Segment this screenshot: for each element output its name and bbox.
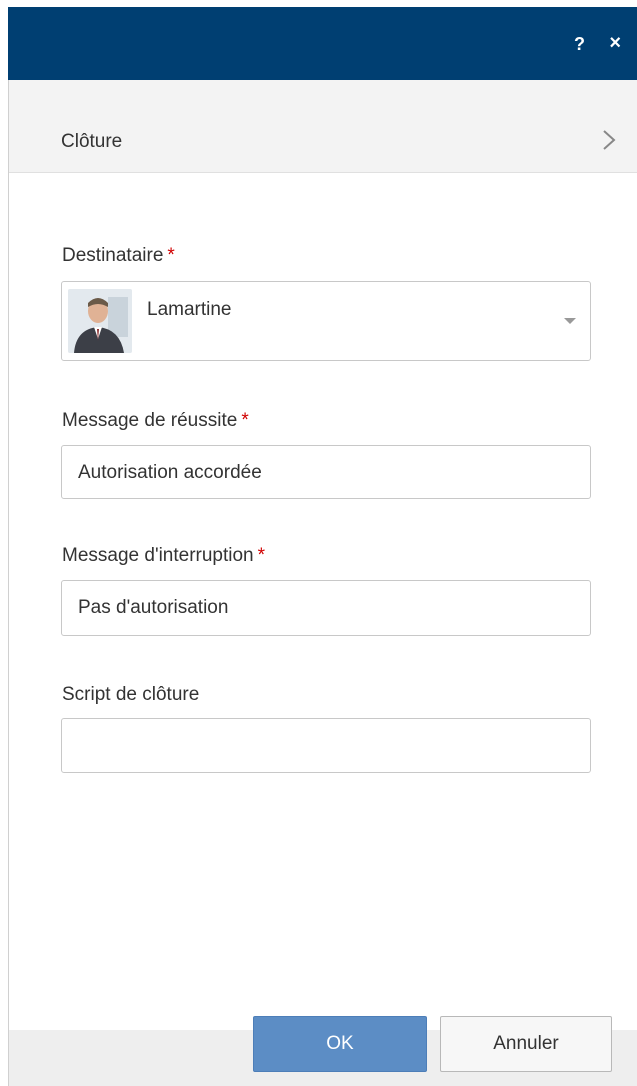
destinataire-label-text: Destinataire: [62, 245, 164, 266]
help-button[interactable]: ?: [574, 34, 585, 54]
ok-button[interactable]: OK: [253, 1016, 427, 1072]
success-message-value: Autorisation accordée: [78, 462, 262, 483]
left-divider: [8, 80, 9, 1086]
chevron-right-icon[interactable]: [599, 128, 619, 152]
success-message-label-text: Message de réussite: [62, 410, 238, 431]
success-message-label: Message de réussite *: [62, 410, 249, 432]
avatar: [68, 289, 132, 353]
interrupt-message-label: Message d'interruption *: [62, 545, 265, 567]
top-strip: [0, 0, 637, 7]
close-button[interactable]: ×: [609, 33, 621, 53]
cancel-button[interactable]: Annuler: [440, 1016, 612, 1072]
user-avatar-icon: [68, 289, 132, 353]
interrupt-message-value: Pas d'autorisation: [78, 597, 229, 618]
caret-down-icon[interactable]: [564, 318, 576, 324]
required-marker: *: [167, 245, 175, 266]
destinataire-select[interactable]: Lamartine: [61, 281, 591, 361]
interrupt-message-field[interactable]: Pas d'autorisation: [61, 580, 591, 636]
destinataire-value: Lamartine: [147, 299, 232, 320]
success-message-field[interactable]: Autorisation accordée: [61, 445, 591, 499]
left-edge: [0, 7, 9, 1086]
section-header[interactable]: Clôture: [9, 80, 637, 173]
section-title: Clôture: [61, 131, 123, 152]
required-marker: *: [241, 410, 249, 431]
destinataire-label: Destinataire *: [62, 245, 175, 267]
closing-script-label-text: Script de clôture: [62, 684, 200, 705]
required-marker: *: [257, 545, 266, 566]
interrupt-message-label-text: Message d'interruption: [62, 545, 254, 566]
closing-script-field[interactable]: [61, 718, 591, 773]
closing-script-label: Script de clôture: [62, 684, 199, 706]
dialog-titlebar: ? ×: [8, 7, 637, 80]
